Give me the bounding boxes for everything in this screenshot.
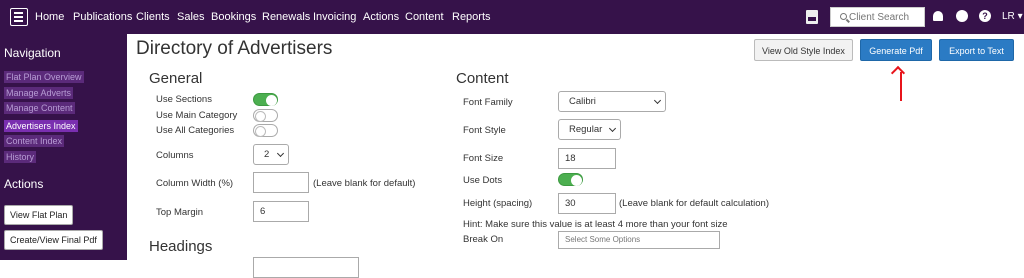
font-size-hint: Hint: Make sure this value is at least 4…: [463, 219, 728, 230]
font-family-label: Font Family: [463, 97, 513, 108]
chevron-down-icon: [653, 96, 662, 105]
height-spacing-input[interactable]: 30: [558, 193, 616, 214]
column-width-label: Column Width (%): [156, 178, 234, 189]
menu-icon[interactable]: [10, 8, 28, 26]
navigation-heading: Navigation: [4, 46, 61, 60]
sidebar: Navigation Flat Plan Overview Manage Adv…: [0, 34, 127, 260]
bell-icon[interactable]: [933, 11, 943, 21]
nav-home[interactable]: Home: [35, 11, 64, 23]
nav-content[interactable]: Content: [405, 11, 444, 23]
font-family-select[interactable]: Calibri: [558, 91, 666, 112]
height-spacing-label: Height (spacing): [463, 198, 533, 209]
search-icon: [840, 13, 847, 20]
height-spacing-hint: (Leave blank for default calculation): [619, 198, 769, 209]
view-flat-plan-button[interactable]: View Flat Plan: [4, 205, 74, 225]
user-initials: LR: [1002, 11, 1015, 22]
headings-heading: Headings: [149, 238, 213, 255]
export-to-text-button[interactable]: Export to Text: [939, 39, 1014, 61]
nav-bookings[interactable]: Bookings: [211, 11, 256, 23]
use-dots-label: Use Dots: [463, 175, 503, 186]
font-style-value: Regular: [569, 124, 603, 135]
top-margin-input[interactable]: 6: [253, 201, 309, 222]
create-final-pdf-button[interactable]: Create/View Final Pdf: [4, 230, 103, 250]
use-main-category-toggle[interactable]: [253, 109, 278, 122]
top-navbar: Home Publications Clients Sales Bookings…: [0, 0, 1024, 34]
font-style-label: Font Style: [463, 125, 506, 136]
use-main-category-label: Use Main Category: [156, 110, 238, 121]
column-width-input[interactable]: [253, 172, 309, 193]
nav-invoicing[interactable]: Invoicing: [313, 11, 356, 23]
annotation-arrow-line: [900, 72, 902, 101]
headings-field[interactable]: [253, 257, 359, 278]
columns-label: Columns: [156, 150, 194, 161]
column-width-hint: (Leave blank for default): [313, 178, 416, 189]
sidebar-item-content-index[interactable]: Content Index: [4, 135, 65, 147]
generate-pdf-button[interactable]: Generate Pdf: [860, 39, 932, 61]
use-sections-toggle[interactable]: [253, 93, 278, 106]
sidebar-item-advertisers-index[interactable]: Advertisers Index: [4, 120, 78, 132]
user-menu[interactable]: LR ▾: [1002, 11, 1023, 22]
pdf-icon[interactable]: [806, 10, 818, 24]
use-sections-label: Use Sections: [156, 94, 212, 105]
sidebar-item-history[interactable]: History: [4, 151, 37, 163]
use-dots-toggle[interactable]: [558, 173, 583, 186]
sidebar-item-manage-adverts[interactable]: Manage Adverts: [4, 87, 74, 99]
use-all-categories-label: Use All Categories: [156, 125, 235, 136]
nav-clients[interactable]: Clients: [136, 11, 170, 23]
chevron-down-icon: [608, 124, 617, 133]
client-search[interactable]: [830, 7, 925, 27]
font-style-select[interactable]: Regular: [558, 119, 621, 140]
content-heading: Content: [456, 70, 509, 87]
font-size-input[interactable]: 18: [558, 148, 616, 169]
client-search-input[interactable]: [849, 11, 921, 24]
view-old-style-index-button[interactable]: View Old Style Index: [754, 39, 853, 61]
annotation-arrow-head: [890, 65, 906, 81]
page-title: Directory of Advertisers: [136, 38, 333, 59]
columns-select[interactable]: 2: [253, 144, 289, 165]
font-size-label: Font Size: [463, 153, 504, 164]
break-on-label: Break On: [463, 234, 504, 245]
font-family-value: Calibri: [569, 96, 596, 107]
nav-sales[interactable]: Sales: [177, 11, 205, 23]
actions-heading: Actions: [4, 177, 44, 191]
chevron-down-icon: [276, 149, 285, 158]
sidebar-item-manage-content[interactable]: Manage Content: [4, 102, 75, 114]
break-on-select[interactable]: Select Some Options: [558, 231, 720, 249]
use-all-categories-toggle[interactable]: [253, 124, 278, 137]
nav-publications[interactable]: Publications: [73, 11, 132, 23]
nav-actions[interactable]: Actions: [363, 11, 399, 23]
nav-renewals[interactable]: Renewals: [262, 11, 310, 23]
sidebar-item-flat-plan-overview[interactable]: Flat Plan Overview: [4, 71, 84, 83]
chevron-down-icon: ▾: [1017, 11, 1023, 22]
columns-value: 2: [264, 149, 270, 160]
nav-reports[interactable]: Reports: [452, 11, 491, 23]
help-icon[interactable]: ?: [979, 10, 991, 22]
general-heading: General: [149, 70, 203, 87]
top-margin-label: Top Margin: [156, 207, 203, 218]
gear-icon[interactable]: [956, 10, 968, 22]
